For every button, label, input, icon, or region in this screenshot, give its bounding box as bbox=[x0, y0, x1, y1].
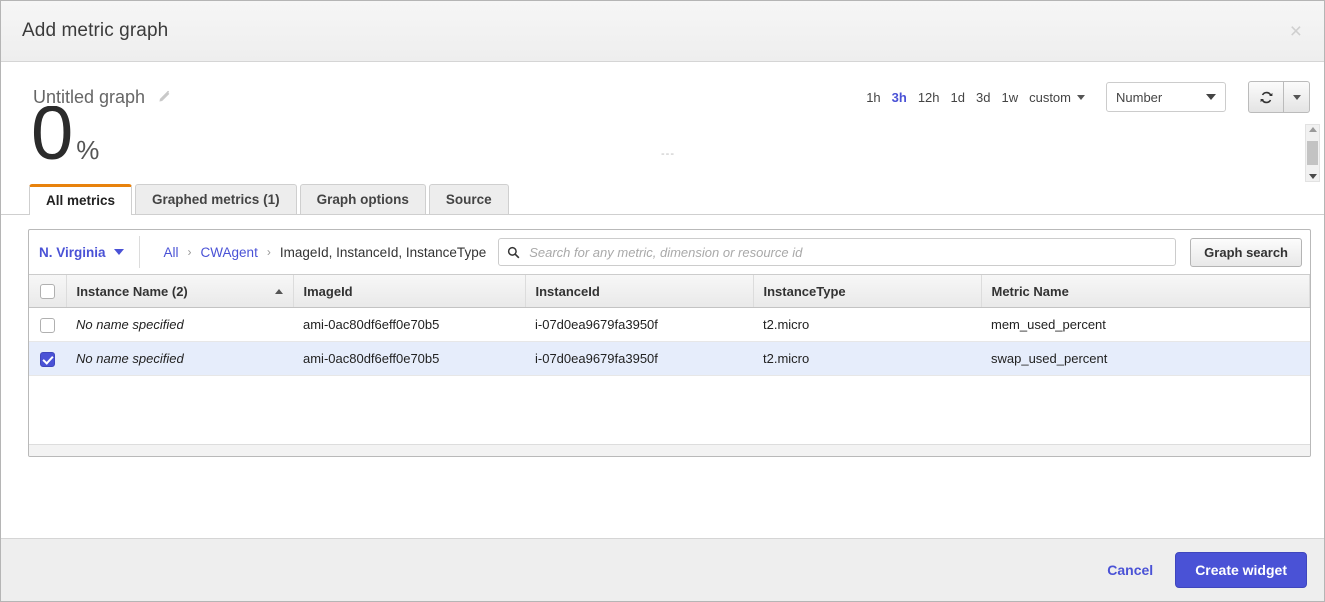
row-checkbox[interactable] bbox=[40, 351, 55, 367]
row-select-cell bbox=[29, 341, 66, 376]
cell-image-id: ami-0ac80df6eff0e70b5 bbox=[293, 307, 525, 342]
close-icon[interactable]: × bbox=[1284, 19, 1308, 44]
chevron-right-icon: › bbox=[266, 245, 271, 259]
column-header-instance-id[interactable]: InstanceId bbox=[525, 275, 754, 308]
region-label: N. Virginia bbox=[39, 244, 106, 260]
sort-ascending-icon bbox=[274, 288, 283, 294]
table-header-row: Instance Name (2) ImageId InstanceId Ins… bbox=[29, 275, 1310, 308]
graph-placeholder-dashes: --- bbox=[661, 148, 675, 160]
cell-instance-type: t2.micro bbox=[753, 341, 981, 376]
table-row[interactable]: No name specified ami-0ac80df6eff0e70b5 … bbox=[29, 307, 1310, 342]
tab-bar: All metrics Graphed metrics (1) Graph op… bbox=[1, 184, 1324, 215]
cell-instance-name: No name specified bbox=[66, 341, 293, 376]
graph-preview: 0% --- bbox=[1, 106, 1324, 184]
metrics-table: Instance Name (2) ImageId InstanceId Ins… bbox=[29, 275, 1310, 376]
search-input[interactable] bbox=[527, 243, 1168, 261]
metric-unit: % bbox=[76, 135, 100, 165]
graph-title-row: Untitled graph 1h 3h 12h 1d 3d 1w custom bbox=[1, 62, 1324, 113]
tab-graphed-metrics[interactable]: Graphed metrics (1) bbox=[135, 184, 297, 214]
chevron-right-icon: › bbox=[187, 245, 192, 259]
tab-all-metrics[interactable]: All metrics bbox=[29, 184, 133, 215]
modal-footer: Cancel Create widget bbox=[1, 538, 1324, 601]
column-header-instance-type[interactable]: InstanceType bbox=[753, 275, 982, 308]
chevron-down-icon bbox=[1292, 94, 1301, 100]
graph-search-button[interactable]: Graph search bbox=[1190, 237, 1302, 267]
scroll-up-icon[interactable] bbox=[1308, 127, 1317, 132]
chevron-down-icon bbox=[113, 249, 124, 255]
pencil-icon[interactable] bbox=[157, 90, 171, 104]
column-header-label: Instance Name (2) bbox=[76, 283, 188, 299]
table-footer-strip bbox=[29, 444, 1310, 456]
table-empty-space bbox=[29, 376, 1310, 444]
add-metric-graph-modal: Add metric graph × Untitled graph 1h 3h … bbox=[0, 0, 1325, 602]
select-all-header bbox=[29, 275, 67, 308]
time-range-3h[interactable]: 3h bbox=[892, 90, 907, 105]
time-range-12h[interactable]: 12h bbox=[918, 90, 940, 105]
cell-metric-name: mem_used_percent bbox=[981, 307, 1310, 342]
metric-value: 0 bbox=[31, 106, 74, 176]
metrics-panel: N. Virginia All › CWAgent › ImageId, Ins… bbox=[28, 229, 1311, 457]
breadcrumb-item-current: ImageId, InstanceId, InstanceType bbox=[279, 244, 487, 260]
time-range-1d[interactable]: 1d bbox=[951, 90, 965, 105]
graph-vertical-scrollbar[interactable] bbox=[1305, 124, 1320, 182]
cancel-button[interactable]: Cancel bbox=[1107, 562, 1153, 578]
cell-image-id: ami-0ac80df6eff0e70b5 bbox=[293, 341, 525, 376]
modal-body: Untitled graph 1h 3h 12h 1d 3d 1w custom bbox=[1, 62, 1324, 538]
chevron-down-icon bbox=[1206, 94, 1216, 100]
custom-range-label: custom bbox=[1029, 89, 1071, 105]
time-range-selector: 1h 3h 12h 1d 3d 1w custom bbox=[866, 90, 1085, 105]
column-header-metric-name[interactable]: Metric Name bbox=[981, 275, 1310, 308]
graph-title: Untitled graph bbox=[33, 86, 146, 107]
scrollbar-thumb[interactable] bbox=[1307, 141, 1318, 165]
row-checkbox[interactable] bbox=[40, 317, 55, 333]
table-row[interactable]: No name specified ami-0ac80df6eff0e70b5 … bbox=[29, 341, 1310, 376]
cell-instance-id: i-07d0ea9679fa3950f bbox=[525, 307, 753, 342]
metrics-toolbar: N. Virginia All › CWAgent › ImageId, Ins… bbox=[29, 230, 1310, 274]
row-select-cell bbox=[29, 307, 66, 342]
search-icon bbox=[507, 246, 520, 259]
scroll-down-icon[interactable] bbox=[1308, 174, 1317, 179]
metrics-table-area: Instance Name (2) ImageId InstanceId Ins… bbox=[29, 274, 1310, 456]
metric-value-display: 0% bbox=[31, 106, 99, 172]
breadcrumb: All › CWAgent › ImageId, InstanceId, Ins… bbox=[140, 245, 499, 260]
custom-range-dropdown[interactable]: custom bbox=[1029, 90, 1085, 105]
create-widget-button[interactable]: Create widget bbox=[1175, 552, 1307, 588]
breadcrumb-item-all[interactable]: All bbox=[164, 245, 179, 260]
search-box[interactable] bbox=[498, 238, 1177, 266]
time-range-1h[interactable]: 1h bbox=[866, 90, 880, 105]
cell-instance-name: No name specified bbox=[66, 307, 293, 342]
modal-header: Add metric graph × bbox=[1, 1, 1324, 62]
tab-graph-options[interactable]: Graph options bbox=[299, 184, 426, 214]
time-range-3d[interactable]: 3d bbox=[976, 90, 990, 105]
cell-instance-id: i-07d0ea9679fa3950f bbox=[525, 341, 753, 376]
chevron-down-icon bbox=[1077, 94, 1085, 100]
region-selector[interactable]: N. Virginia bbox=[39, 245, 139, 260]
cell-instance-type: t2.micro bbox=[753, 307, 981, 342]
cell-metric-name: swap_used_percent bbox=[981, 341, 1310, 376]
time-range-1w[interactable]: 1w bbox=[1001, 90, 1018, 105]
column-header-instance-name[interactable]: Instance Name (2) bbox=[66, 275, 294, 308]
column-header-image-id[interactable]: ImageId bbox=[293, 275, 526, 308]
breadcrumb-item-cwagent[interactable]: CWAgent bbox=[201, 245, 258, 260]
widget-type-value: Number bbox=[1116, 89, 1163, 105]
tab-source[interactable]: Source bbox=[428, 184, 509, 214]
modal-title: Add metric graph bbox=[22, 20, 169, 41]
select-all-checkbox[interactable] bbox=[39, 284, 55, 300]
